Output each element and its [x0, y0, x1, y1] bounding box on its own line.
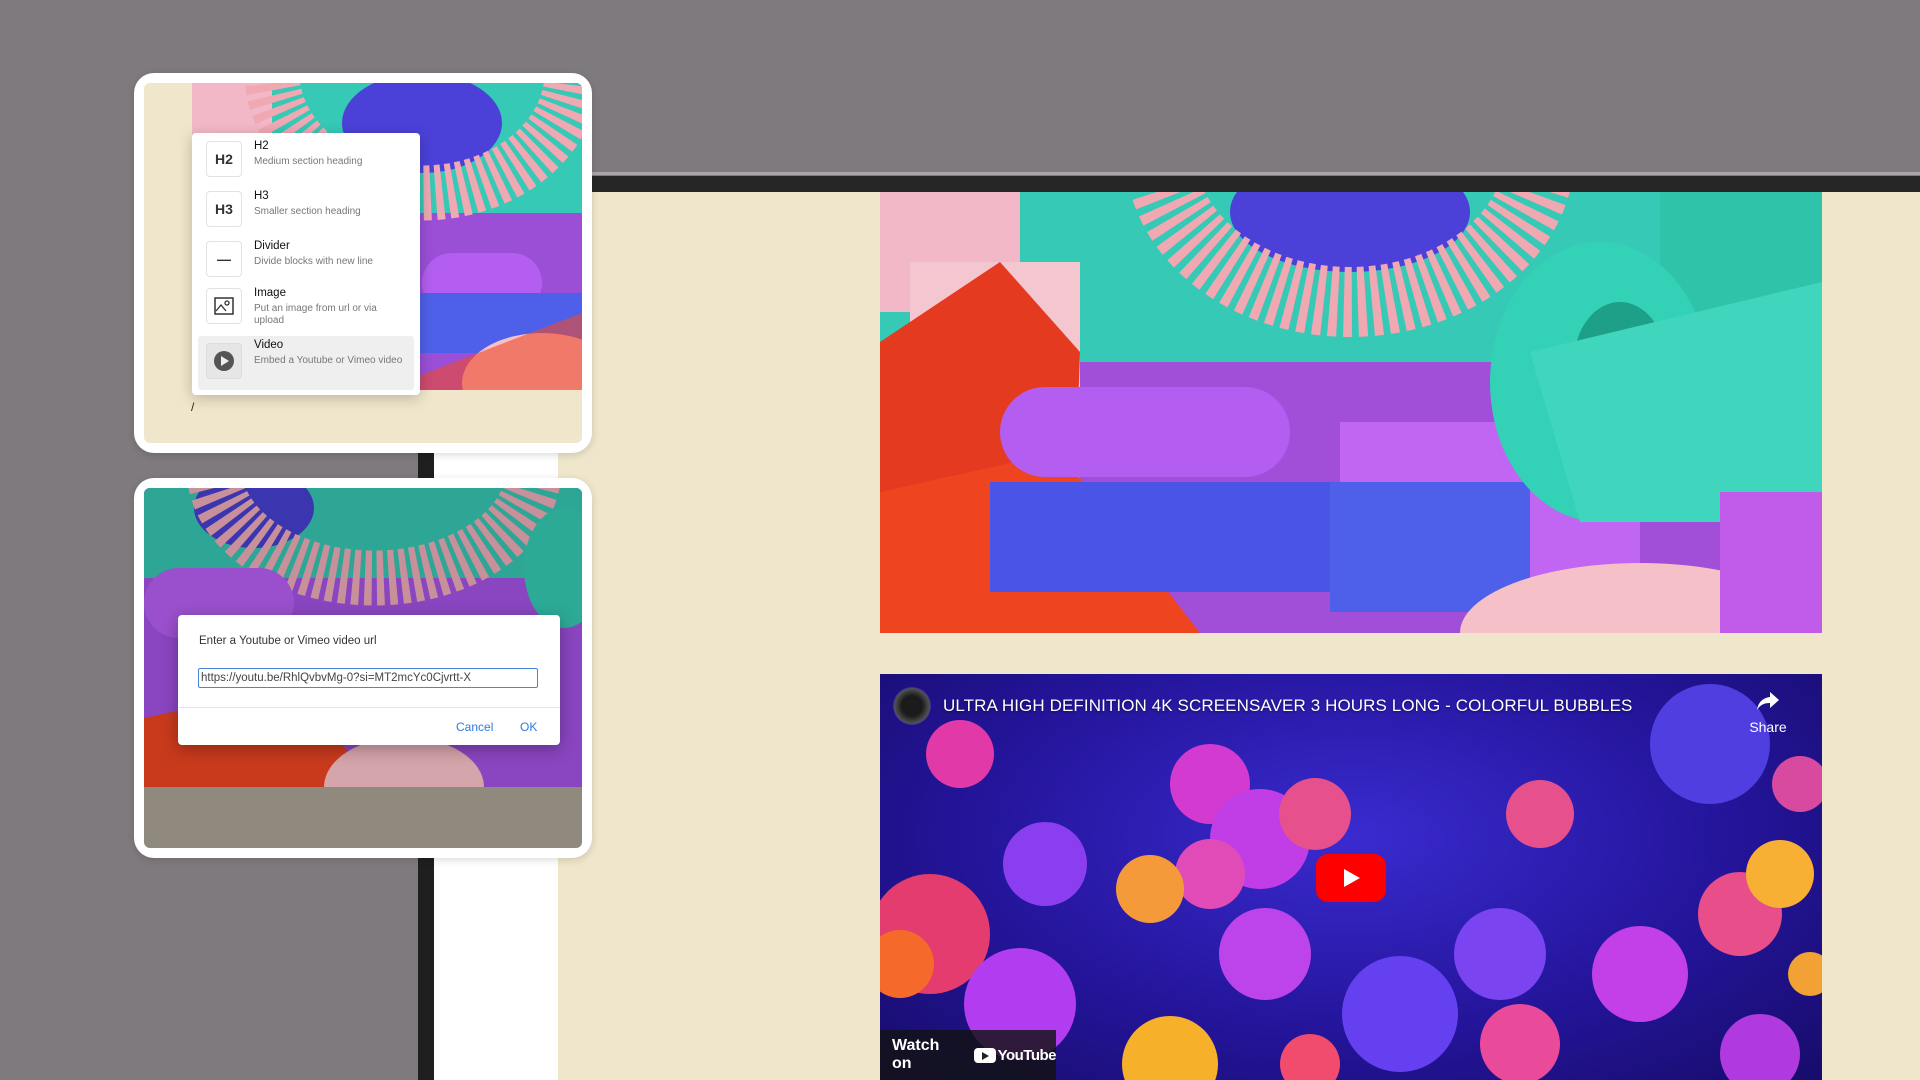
share-arrow-icon [1757, 692, 1779, 710]
dialog-divider [178, 707, 560, 708]
slash-menu-card: H2 H2 Medium section heading H3 H3 Small… [134, 73, 592, 453]
slash-command-text: / [191, 400, 195, 414]
watch-on-youtube-link[interactable]: Watch on YouTube [880, 1030, 1057, 1080]
cancel-button[interactable]: Cancel [456, 720, 493, 734]
menu-item-video[interactable]: Video Embed a Youtube or Vimeo video [198, 336, 414, 390]
menu-item-image[interactable]: Image Put an image from url or via uploa… [198, 284, 414, 332]
image-icon [206, 288, 242, 324]
youtube-logo-text: YouTube [997, 1046, 1057, 1064]
youtube-logo: YouTube [973, 1046, 1057, 1064]
dialog-prompt-label: Enter a Youtube or Vimeo video url [199, 635, 377, 647]
share-label: Share [1749, 719, 1787, 735]
image-block[interactable] [880, 192, 1822, 633]
play-button[interactable] [1316, 854, 1386, 902]
youtube-play-logo-icon [973, 1047, 996, 1063]
menu-item-description: Put an image from url or via upload [254, 303, 377, 326]
menu-item-title: H3 [254, 190, 269, 202]
video-url-dialog: Enter a Youtube or Vimeo video url Cance… [178, 615, 560, 745]
menu-item-description: Divide blocks with new line [254, 256, 373, 267]
video-url-input[interactable] [198, 668, 538, 688]
heading-2-icon: H2 [206, 141, 242, 177]
abstract-3d-artwork [880, 192, 1822, 633]
menu-item-title: H2 [254, 140, 269, 152]
menu-item-description: Smaller section heading [254, 206, 361, 217]
play-icon [1344, 869, 1360, 887]
divider-icon: — [206, 241, 242, 277]
menu-item-description: Embed a Youtube or Vimeo video [254, 355, 403, 366]
menu-item-h3[interactable]: H3 H3 Smaller section heading [198, 187, 414, 235]
editor-top-border [592, 172, 1920, 175]
slash-command-menu: H2 H2 Medium section heading H3 H3 Small… [192, 133, 420, 395]
channel-avatar[interactable] [894, 688, 930, 724]
share-button[interactable]: Share [1738, 684, 1798, 740]
youtube-embed[interactable]: ULTRA HIGH DEFINITION 4K SCREENSAVER 3 H… [880, 674, 1822, 1080]
menu-item-title: Divider [254, 240, 290, 252]
ok-button[interactable]: OK [520, 720, 537, 734]
video-url-card: Enter a Youtube or Vimeo video url Cance… [134, 478, 592, 858]
menu-item-divider[interactable]: — Divider Divide blocks with new line [198, 237, 414, 285]
watch-on-label: Watch on [892, 1037, 940, 1072]
editor-toolbar-strip [592, 176, 1920, 192]
video-title[interactable]: ULTRA HIGH DEFINITION 4K SCREENSAVER 3 H… [943, 696, 1632, 716]
image-glyph [214, 297, 234, 315]
play-circle-glyph [214, 351, 234, 371]
heading-3-icon: H3 [206, 191, 242, 227]
menu-item-title: Video [254, 339, 284, 351]
menu-item-h2[interactable]: H2 H2 Medium section heading [198, 137, 414, 185]
video-play-icon [206, 343, 242, 379]
menu-item-description: Medium section heading [254, 156, 363, 167]
menu-item-title: Image [254, 287, 286, 299]
